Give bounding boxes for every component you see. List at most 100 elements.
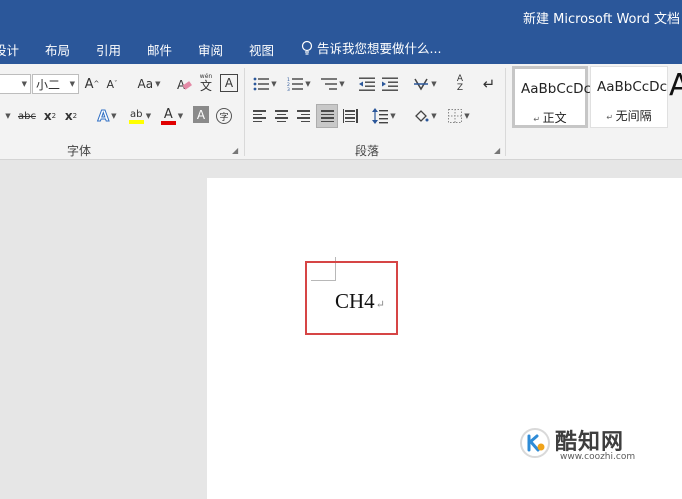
lightbulb-icon — [301, 40, 313, 55]
font-color-text: A — [163, 106, 173, 122]
highlight-color-button[interactable]: ab ▼ — [126, 106, 154, 126]
numbered-list-icon: 123 — [287, 77, 304, 91]
enclose-characters-button[interactable]: 字 — [215, 106, 233, 126]
ribbon: ▼ 小二 ▼ A ^ Aˇ Aa ▼ A wén 文 A ▼ abc x2 x2 A… — [0, 64, 682, 160]
paragraph-group-label: 段落 — [355, 144, 380, 158]
font-group-label: 字体 — [67, 144, 92, 158]
chevron-down-icon: ▼ — [464, 112, 470, 120]
highlighter-icon: ab — [128, 108, 144, 124]
character-border-icon: A — [224, 76, 234, 90]
change-case-button[interactable]: Aa ▼ — [134, 74, 164, 94]
title-bar: 新建 Microsoft Word 文档 设计 布局 引用 邮件 审阅 视图 告… — [0, 0, 682, 64]
highlight-box — [305, 261, 398, 335]
font-color-button[interactable]: A ▼ — [158, 106, 186, 126]
tab-design[interactable]: 设计 — [0, 40, 19, 59]
show-marks-button[interactable]: ↵ — [480, 74, 498, 94]
strikethrough-button[interactable]: abc — [16, 106, 38, 126]
align-left-icon — [252, 110, 266, 122]
font-name-dropdown[interactable]: ▼ — [0, 74, 31, 94]
borders-button[interactable]: ▼ — [444, 106, 474, 126]
multilevel-list-button[interactable]: ▼ — [318, 74, 348, 94]
chevron-down-icon[interactable]: ▼ — [4, 106, 12, 126]
tell-me-text: 告诉我您想要做什么... — [317, 41, 442, 56]
font-dialog-launcher-icon[interactable]: ◢ — [232, 146, 238, 155]
character-shading-button[interactable]: A — [193, 106, 209, 123]
grow-font-icon: A — [84, 76, 94, 92]
style-name: ↵ 正文 — [533, 111, 567, 125]
style-normal[interactable]: AaBbCcDc ↵ 正文 — [512, 66, 592, 128]
decrease-indent-button[interactable] — [358, 74, 376, 94]
justify-icon — [320, 110, 334, 122]
eraser-icon: A — [177, 78, 192, 92]
increase-indent-button[interactable] — [381, 74, 399, 94]
chevron-down-icon: ▼ — [21, 80, 27, 88]
chevron-down-icon: ▼ — [155, 80, 161, 88]
group-divider — [244, 68, 245, 156]
justify-button[interactable] — [316, 104, 338, 128]
subscript-mark: 2 — [51, 112, 57, 120]
align-right-button[interactable] — [294, 106, 312, 126]
outdent-icon — [359, 77, 375, 91]
chinese-layout-button[interactable]: ▼ — [410, 74, 440, 94]
shading-button[interactable]: ▼ — [410, 106, 440, 126]
superscript-icon: x — [64, 109, 73, 123]
svg-text:3: 3 — [287, 87, 290, 91]
style-no-spacing[interactable]: AaBbCcDc ↵ 无间隔 — [590, 66, 668, 128]
tell-me-box[interactable]: 告诉我您想要做什么... — [300, 38, 441, 57]
watermark-url: www.coozhi.com — [560, 452, 636, 462]
paragraph-dialog-launcher-icon[interactable]: ◢ — [494, 146, 500, 155]
phonetic-icon: 文 — [199, 79, 212, 93]
text-effects-button[interactable]: A ▼ — [93, 106, 121, 126]
chevron-down-icon: ▼ — [145, 112, 152, 120]
distributed-button[interactable] — [341, 106, 359, 126]
tab-layout[interactable]: 布局 — [45, 40, 70, 59]
bullets-button[interactable]: ▼ — [250, 74, 280, 94]
character-border-button[interactable]: A — [220, 74, 238, 92]
change-case-icon: Aa — [137, 77, 154, 91]
style-sample: AaBbCcDc — [597, 79, 668, 95]
text-effects-icon: A — [97, 107, 110, 126]
style-heading-preview[interactable]: A — [669, 68, 682, 103]
clear-formatting-button[interactable]: A — [175, 74, 193, 94]
shrink-font-icon: A — [106, 77, 115, 91]
grow-font-button[interactable]: A ^ — [84, 74, 100, 94]
chevron-down-icon: ▼ — [431, 80, 437, 88]
superscript-button[interactable]: x2 — [63, 106, 79, 126]
tab-view[interactable]: 视图 — [249, 40, 274, 59]
watermark: 酷知网 www.coozhi.com — [515, 422, 657, 470]
chevron-down-icon: ▼ — [111, 112, 117, 120]
tab-references[interactable]: 引用 — [96, 40, 121, 59]
sort-z-icon: Z — [456, 83, 464, 93]
font-color-icon: A — [160, 106, 176, 125]
align-center-button[interactable] — [272, 106, 290, 126]
window-title: 新建 Microsoft Word 文档 — [523, 12, 680, 27]
multilevel-list-icon — [321, 78, 338, 90]
borders-icon — [448, 109, 463, 123]
align-center-icon — [274, 110, 288, 122]
paint-bucket-icon — [415, 110, 429, 122]
style-name: ↵ 无间隔 — [606, 109, 652, 123]
chevron-down-icon: ▼ — [177, 112, 184, 120]
shrink-font-button[interactable]: Aˇ — [104, 74, 120, 94]
coozhi-logo-icon — [520, 428, 550, 458]
indent-icon — [382, 77, 398, 91]
font-size-value: 小二 — [36, 77, 61, 92]
line-spacing-icon — [372, 108, 389, 124]
tab-mailings[interactable]: 邮件 — [147, 40, 172, 59]
style-sample: AaBbCcDc — [521, 81, 592, 97]
font-size-dropdown[interactable]: 小二 ▼ — [32, 74, 79, 94]
numbering-button[interactable]: 123 ▼ — [284, 74, 314, 94]
align-left-button[interactable] — [250, 106, 268, 126]
line-spacing-button[interactable]: ▼ — [369, 106, 399, 126]
chevron-down-icon: ▼ — [339, 80, 345, 88]
subscript-button[interactable]: x2 — [42, 106, 58, 126]
distributed-icon — [342, 109, 358, 123]
align-right-icon — [296, 110, 310, 122]
sort-button[interactable]: A Z — [451, 72, 469, 96]
tab-review[interactable]: 审阅 — [198, 40, 223, 59]
phonetic-guide-button[interactable]: wén 文 — [197, 70, 215, 96]
enclose-char-icon: 字 — [216, 108, 232, 124]
highlighter-text: ab — [130, 108, 143, 120]
chevron-down-icon: ▼ — [390, 112, 396, 120]
chevron-down-icon: ▼ — [431, 112, 437, 120]
